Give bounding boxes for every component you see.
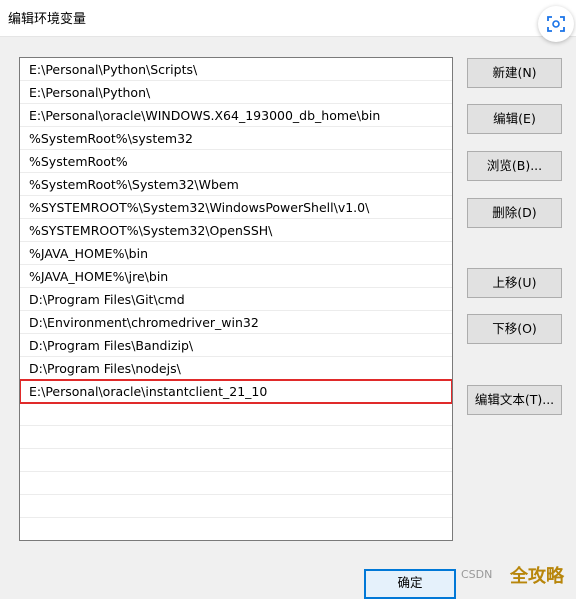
list-item[interactable]: E:\Personal\oracle\WINDOWS.X64_193000_db…	[20, 104, 452, 127]
empty-list-row[interactable]	[20, 518, 452, 540]
move-down-button[interactable]: 下移(O)	[467, 314, 562, 344]
scan-icon	[547, 16, 565, 32]
empty-list-row[interactable]	[20, 426, 452, 449]
new-button[interactable]: 新建(N)	[467, 58, 562, 88]
path-list[interactable]: E:\Personal\Python\Scripts\ E:\Personal\P…	[19, 57, 453, 541]
empty-list-row[interactable]	[20, 449, 452, 472]
title-bar: 编辑环境变量	[0, 0, 576, 37]
list-item[interactable]: E:\Personal\Python\Scripts\	[20, 58, 452, 81]
empty-list-row[interactable]	[20, 495, 452, 518]
list-item[interactable]: D:\Environment\chromedriver_win32	[20, 311, 452, 334]
delete-button[interactable]: 删除(D)	[467, 198, 562, 228]
move-up-button[interactable]: 上移(U)	[467, 268, 562, 298]
list-item[interactable]: D:\Program Files\nodejs\	[20, 357, 452, 380]
list-item-selected[interactable]: E:\Personal\oracle\instantclient_21_10	[20, 379, 452, 404]
browse-button[interactable]: 浏览(B)...	[467, 151, 562, 181]
edit-text-button[interactable]: 编辑文本(T)...	[467, 385, 562, 415]
screenshot-tool-icon[interactable]	[538, 6, 574, 42]
list-item[interactable]: %SystemRoot%\system32	[20, 127, 452, 150]
list-item[interactable]: D:\Program Files\Git\cmd	[20, 288, 452, 311]
list-item[interactable]: D:\Program Files\Bandizip\	[20, 334, 452, 357]
list-item[interactable]: %JAVA_HOME%\bin	[20, 242, 452, 265]
ok-button[interactable]: 确定	[364, 569, 456, 599]
window-title: 编辑环境变量	[8, 12, 87, 27]
list-item[interactable]: %SYSTEMROOT%\System32\OpenSSH\	[20, 219, 452, 242]
list-item[interactable]: E:\Personal\Python\	[20, 81, 452, 104]
empty-list-row[interactable]	[20, 403, 452, 426]
list-item[interactable]: %SystemRoot%\System32\Wbem	[20, 173, 452, 196]
list-item[interactable]: %JAVA_HOME%\jre\bin	[20, 265, 452, 288]
watermark-text: CSDN	[461, 568, 493, 581]
list-item[interactable]: %SystemRoot%	[20, 150, 452, 173]
list-item[interactable]: %SYSTEMROOT%\System32\WindowsPowerShell\…	[20, 196, 452, 219]
empty-list-row[interactable]	[20, 472, 452, 495]
watermark-logo: 全攻略	[510, 566, 564, 587]
edit-button[interactable]: 编辑(E)	[467, 104, 562, 134]
